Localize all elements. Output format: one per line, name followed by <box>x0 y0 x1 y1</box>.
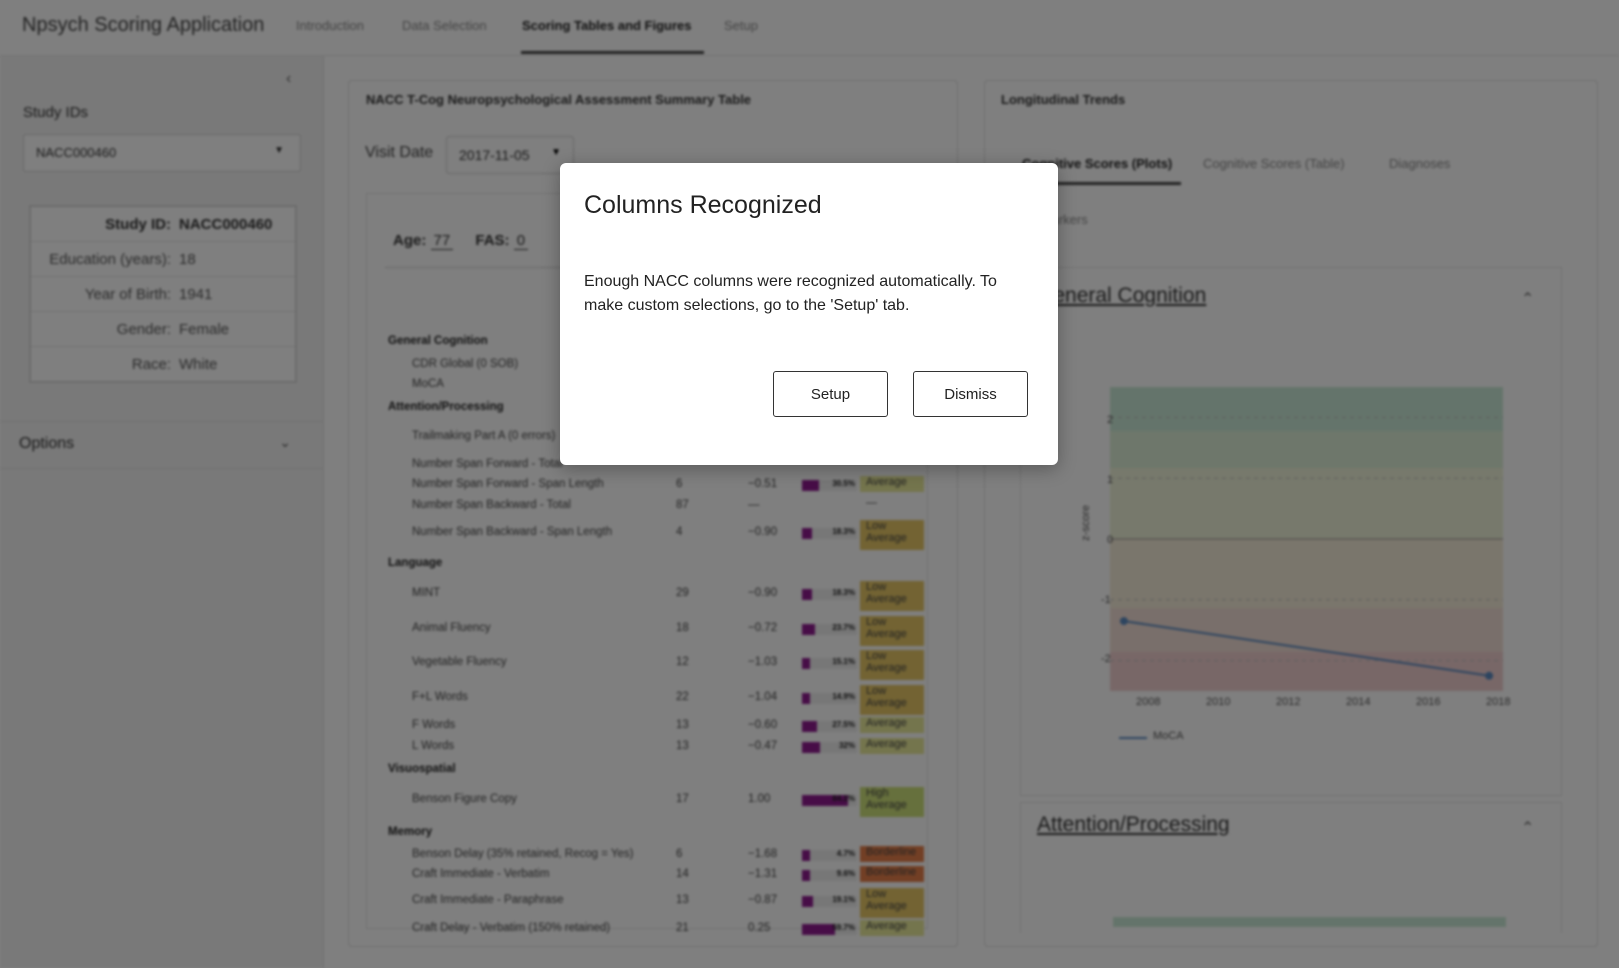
columns-recognized-dialog: Columns Recognized Enough NACC columns w… <box>560 163 1058 465</box>
setup-button[interactable]: Setup <box>773 371 888 417</box>
dismiss-button[interactable]: Dismiss <box>913 371 1028 417</box>
modal-backdrop[interactable] <box>0 0 1619 968</box>
dialog-message: Enough NACC columns were recognized auto… <box>584 273 997 314</box>
dialog-title: Columns Recognized <box>584 191 822 219</box>
